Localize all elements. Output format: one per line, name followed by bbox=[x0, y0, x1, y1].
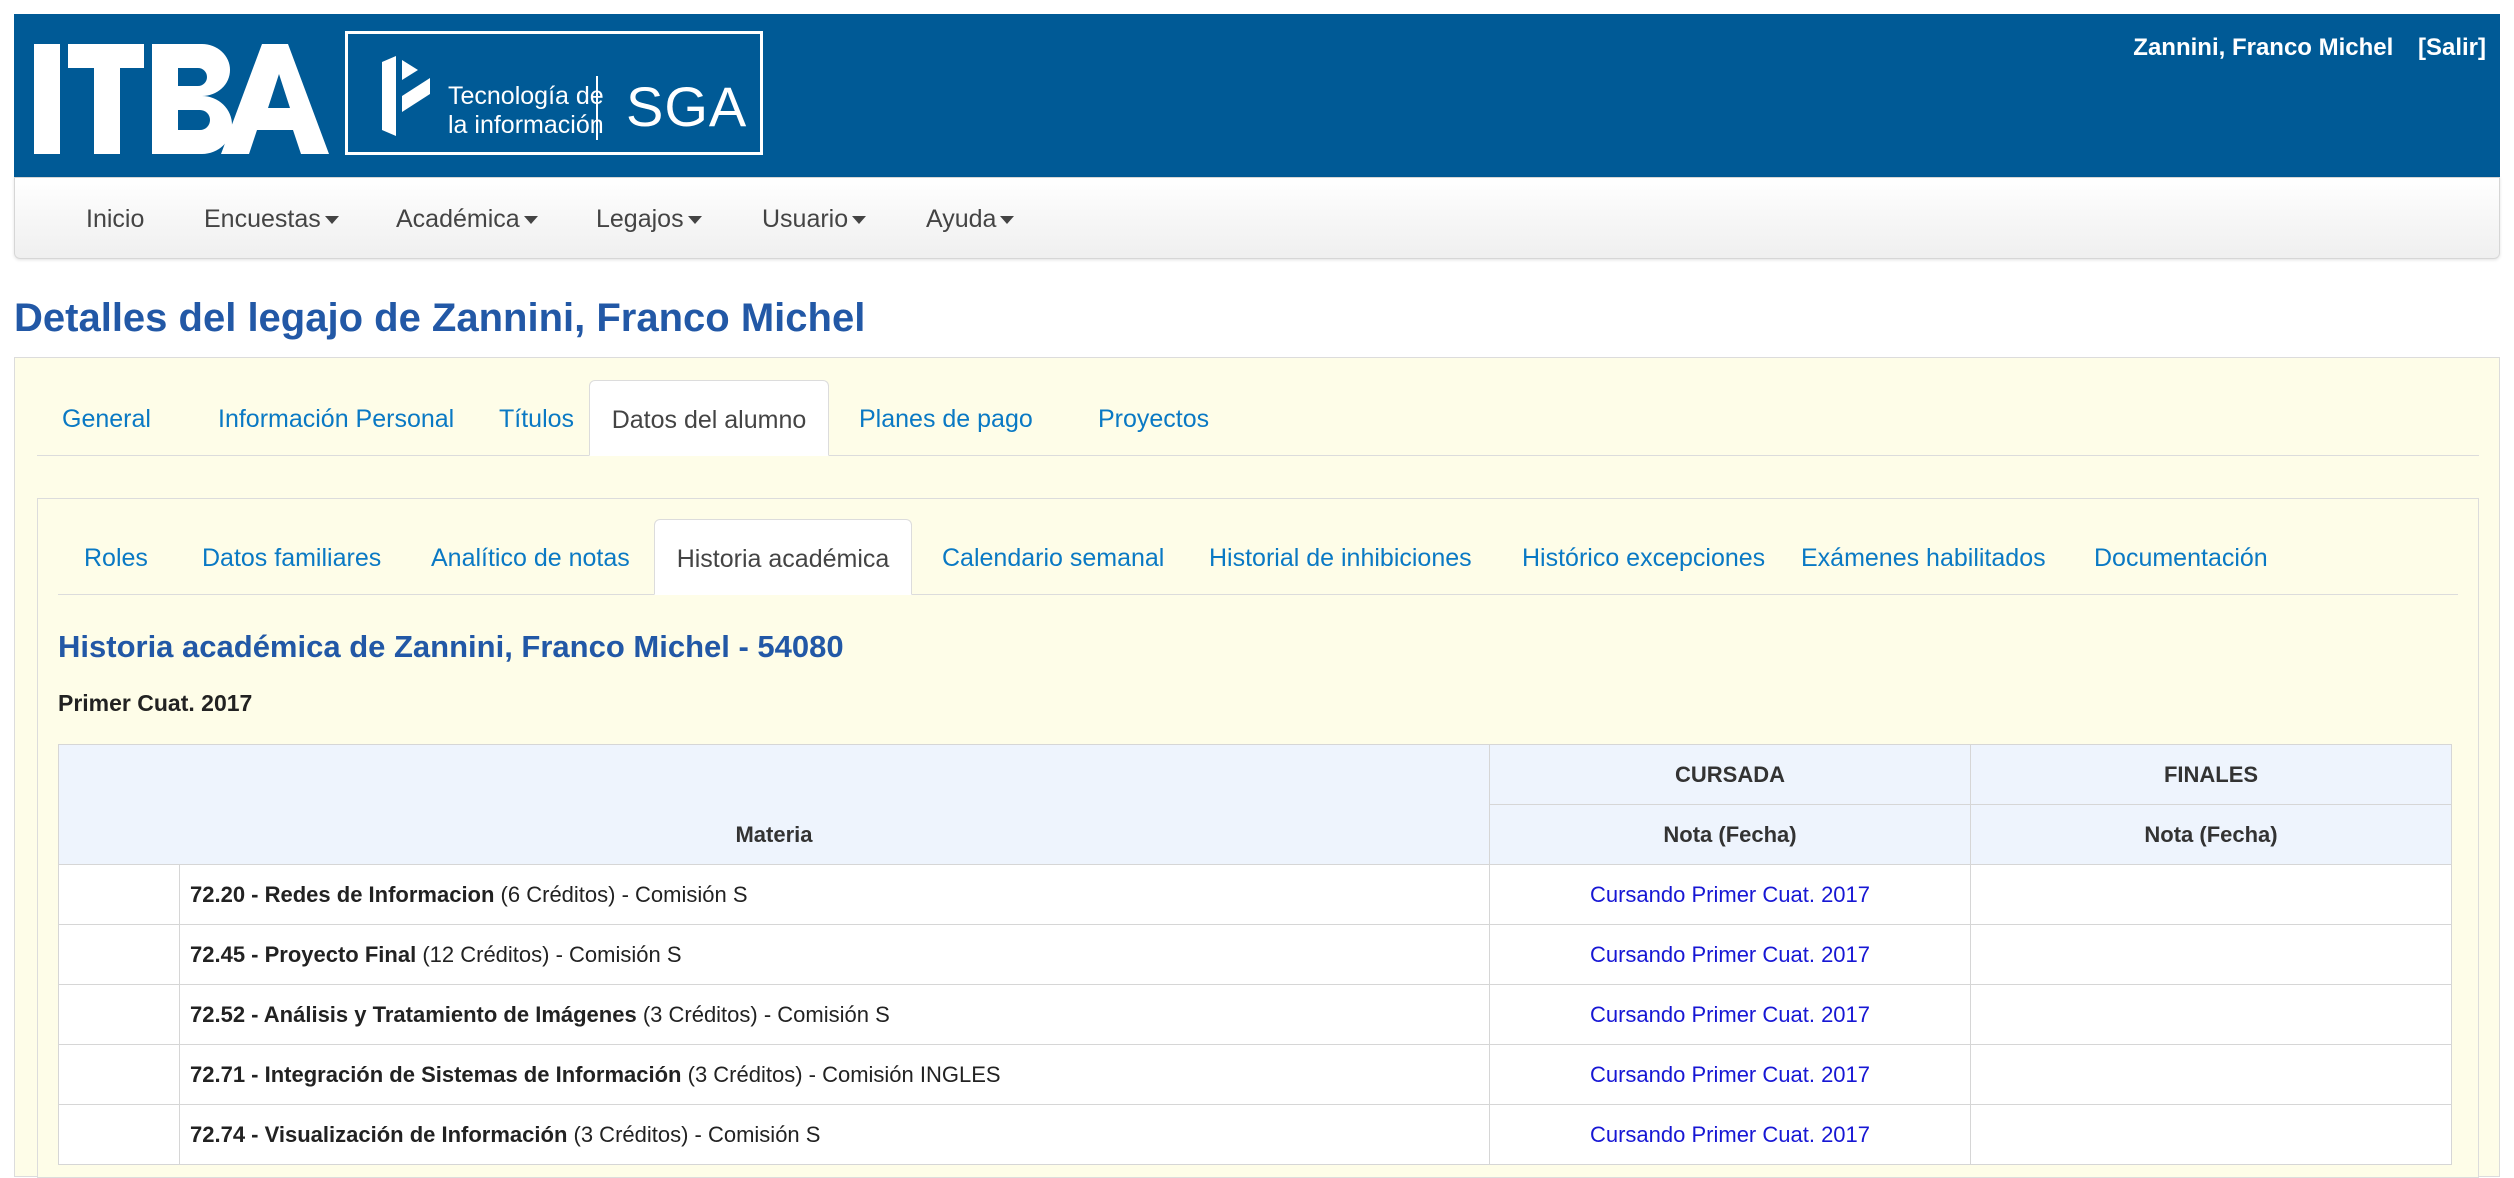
history-table: Materia CURSADA FINALES Nota (Fecha) Not… bbox=[58, 744, 2452, 1165]
subject-details: (12 Créditos) - Comisión S bbox=[416, 941, 682, 967]
sub-tabs: Roles Datos familiares Analítico de nota… bbox=[58, 519, 2458, 595]
subject-cell: 72.71 - Integración de Sistemas de Infor… bbox=[179, 1044, 1490, 1105]
ti-logo-icon bbox=[382, 56, 430, 136]
cursada-cell: Cursando Primer Cuat. 2017 bbox=[1489, 864, 1971, 925]
nav-usuario[interactable]: Usuario bbox=[762, 205, 867, 234]
nav-encuestas[interactable]: Encuestas bbox=[204, 205, 339, 234]
table-header-row: Materia CURSADA FINALES bbox=[58, 744, 2452, 865]
alumno-panel: Roles Datos familiares Analítico de nota… bbox=[37, 498, 2479, 1178]
finales-cell bbox=[1970, 924, 2452, 985]
page-title: Detalles del legajo de Zannini, Franco M… bbox=[14, 296, 866, 340]
row-spacer bbox=[58, 1104, 180, 1165]
tab-roles[interactable]: Roles bbox=[84, 519, 148, 594]
nav-academica-label: Académica bbox=[396, 205, 520, 233]
tab-calendario-semanal[interactable]: Calendario semanal bbox=[942, 519, 1164, 594]
tab-historial-de-inhibiciones[interactable]: Historial de inhibiciones bbox=[1209, 519, 1472, 594]
table-row: 72.74 - Visualización de Información (3 … bbox=[58, 1104, 2452, 1165]
ti-tagline-line1: Tecnología de bbox=[448, 82, 604, 110]
row-spacer bbox=[58, 924, 180, 985]
table-row: 72.52 - Análisis y Tratamiento de Imágen… bbox=[58, 984, 2452, 1045]
subject-cell: 72.74 - Visualización de Información (3 … bbox=[179, 1104, 1490, 1165]
nav-legajos-label: Legajos bbox=[596, 205, 684, 233]
user-area: Zannini, Franco Michel [Salir] bbox=[2133, 34, 2486, 62]
caret-down-icon bbox=[324, 216, 339, 225]
itba-logo[interactable] bbox=[34, 44, 329, 154]
nav-encuestas-label: Encuestas bbox=[204, 205, 321, 233]
table-row: 72.45 - Proyecto Final (12 Créditos) - C… bbox=[58, 924, 2452, 985]
tab-examenes-habilitados[interactable]: Exámenes habilitados bbox=[1801, 519, 2046, 594]
tab-documentacion[interactable]: Documentación bbox=[2094, 519, 2268, 594]
nav-ayuda-label: Ayuda bbox=[926, 205, 997, 233]
cursada-cell: Cursando Primer Cuat. 2017 bbox=[1489, 1104, 1971, 1165]
subject-name: 72.20 - Redes de Informacion bbox=[190, 881, 495, 907]
tab-general[interactable]: General bbox=[62, 380, 151, 455]
tab-historico-excepciones[interactable]: Histórico excepciones bbox=[1522, 519, 1765, 594]
tab-planes-de-pago[interactable]: Planes de pago bbox=[859, 380, 1033, 455]
subject-cell: 72.20 - Redes de Informacion (6 Créditos… bbox=[179, 864, 1490, 925]
nav-legajos[interactable]: Legajos bbox=[596, 205, 702, 234]
legajo-panel: General Información Personal Títulos Dat… bbox=[14, 357, 2500, 1178]
header-finales: FINALES bbox=[1970, 744, 2452, 805]
caret-down-icon bbox=[852, 216, 867, 225]
tab-proyectos[interactable]: Proyectos bbox=[1098, 380, 1209, 455]
caret-down-icon bbox=[687, 216, 702, 225]
subject-cell: 72.52 - Análisis y Tratamiento de Imágen… bbox=[179, 984, 1490, 1045]
logout-link[interactable]: [Salir] bbox=[2418, 34, 2486, 61]
tab-datos-del-alumno[interactable]: Datos del alumno bbox=[589, 380, 829, 456]
subject-name: 72.74 - Visualización de Información bbox=[190, 1121, 568, 1147]
row-spacer bbox=[58, 864, 180, 925]
nav-ayuda[interactable]: Ayuda bbox=[926, 205, 1015, 234]
sga-logo-box: Tecnología de la información SGA bbox=[345, 31, 763, 155]
subject-name: 72.52 - Análisis y Tratamiento de Imágen… bbox=[190, 1001, 637, 1027]
finales-cell bbox=[1970, 864, 2452, 925]
subject-details: (3 Créditos) - Comisión INGLES bbox=[681, 1061, 1001, 1087]
subject-details: (6 Créditos) - Comisión S bbox=[494, 881, 748, 907]
subject-details: (3 Créditos) - Comisión S bbox=[636, 1001, 890, 1027]
ti-tagline-line2: la información bbox=[448, 111, 604, 139]
subject-cell: 72.45 - Proyecto Final (12 Créditos) - C… bbox=[179, 924, 1490, 985]
header-cursada: CURSADA bbox=[1489, 744, 1971, 805]
table-row: 72.20 - Redes de Informacion (6 Créditos… bbox=[58, 864, 2452, 925]
cursada-cell: Cursando Primer Cuat. 2017 bbox=[1489, 1044, 1971, 1105]
nav-usuario-label: Usuario bbox=[762, 205, 849, 233]
finales-cell bbox=[1970, 1104, 2452, 1165]
tab-analitico-de-notas[interactable]: Analítico de notas bbox=[431, 519, 630, 594]
subject-name: 72.45 - Proyecto Final bbox=[190, 941, 417, 967]
header-nota-cursada: Nota (Fecha) bbox=[1489, 804, 1971, 865]
row-spacer bbox=[58, 984, 180, 1045]
subject-name: 72.71 - Integración de Sistemas de Infor… bbox=[190, 1061, 682, 1087]
history-title: Historia académica de Zannini, Franco Mi… bbox=[58, 629, 844, 664]
nav-inicio-label: Inicio bbox=[86, 205, 145, 233]
term-label: Primer Cuat. 2017 bbox=[58, 690, 253, 716]
cursada-cell: Cursando Primer Cuat. 2017 bbox=[1489, 924, 1971, 985]
finales-cell bbox=[1970, 984, 2452, 1045]
tab-titulos[interactable]: Títulos bbox=[499, 380, 574, 455]
user-name: Zannini, Franco Michel bbox=[2133, 34, 2394, 61]
ti-tagline: Tecnología de la información bbox=[448, 82, 604, 140]
main-navbar: Inicio Encuestas Académica Legajos Usuar… bbox=[14, 177, 2500, 259]
logo-separator bbox=[596, 76, 598, 140]
caret-down-icon bbox=[1000, 216, 1015, 225]
header-materia: Materia bbox=[58, 744, 1490, 865]
row-spacer bbox=[58, 1044, 180, 1105]
sga-label: SGA bbox=[626, 75, 748, 138]
table-row: 72.71 - Integración de Sistemas de Infor… bbox=[58, 1044, 2452, 1105]
tab-historia-academica[interactable]: Historia académica bbox=[654, 519, 912, 595]
tab-datos-familiares[interactable]: Datos familiares bbox=[202, 519, 381, 594]
nav-academica[interactable]: Académica bbox=[396, 205, 538, 234]
main-tabs: General Información Personal Títulos Dat… bbox=[37, 380, 2479, 456]
nav-inicio[interactable]: Inicio bbox=[86, 205, 144, 234]
subject-details: (3 Créditos) - Comisión S bbox=[567, 1121, 821, 1147]
caret-down-icon bbox=[523, 216, 538, 225]
tab-informacion-personal[interactable]: Información Personal bbox=[218, 380, 454, 455]
site-header: Tecnología de la información SGA Zannini… bbox=[14, 14, 2500, 177]
finales-cell bbox=[1970, 1044, 2452, 1105]
header-nota-finales: Nota (Fecha) bbox=[1970, 804, 2452, 865]
cursada-cell: Cursando Primer Cuat. 2017 bbox=[1489, 984, 1971, 1045]
